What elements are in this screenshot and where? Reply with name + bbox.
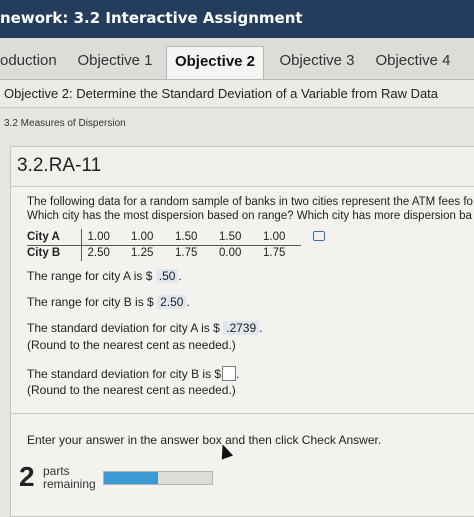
table-cell: 0.00 xyxy=(219,247,242,260)
table-cell: 2.50 xyxy=(87,247,110,260)
table-cell: 1.75 xyxy=(175,247,198,260)
sd-a-answer: .2739 xyxy=(223,321,260,335)
tab-objective-4[interactable]: Objective 4 xyxy=(368,46,458,79)
range-a-suffix: . xyxy=(178,269,182,283)
question-intro: The following data for a random sample o… xyxy=(27,195,474,223)
sd-b-rounding-note: (Round to the nearest cent as needed.) xyxy=(27,383,236,397)
range-b-prompt: The range for city B is $ xyxy=(27,295,154,309)
parts-remaining-count: 2 xyxy=(19,461,35,492)
table-cell: 1.00 xyxy=(125,229,169,246)
sd-a-suffix: . xyxy=(259,321,263,335)
tab-label: Objective 2 xyxy=(174,53,256,70)
range-b-line: The range for city B is $ 2.50. xyxy=(27,295,190,309)
objective-text: Objective 2: Determine the Standard Devi… xyxy=(4,86,439,101)
tab-label: oduction xyxy=(0,52,57,69)
objective-tabs: oduction Objective 1 Objective 2 Objecti… xyxy=(0,38,474,80)
intro-line-2: Which city has the most dispersion based… xyxy=(27,210,472,222)
sd-b-line: The standard deviation for city B is $. xyxy=(27,366,239,381)
table-cell: 1.00 xyxy=(81,229,125,246)
question-header: 3.2.RA-11 xyxy=(11,147,474,187)
copy-data-icon[interactable] xyxy=(313,231,325,241)
row-label-city-a: City A xyxy=(27,229,82,246)
range-b-suffix: . xyxy=(186,295,190,309)
table-row: City A 1.00 1.00 1.50 1.50 1.00 xyxy=(27,229,301,246)
section-label: 3.2 Measures of Dispersion xyxy=(4,118,126,129)
tab-objective-1[interactable]: Objective 1 xyxy=(70,46,160,79)
question-panel: 3.2.RA-11 The following data for a rando… xyxy=(10,146,474,517)
divider xyxy=(11,413,474,414)
parts-progress-bar xyxy=(103,471,213,485)
sd-b-prompt: The standard deviation for city B is $ xyxy=(27,367,222,381)
parts-remaining-label: parts remaining xyxy=(43,465,96,491)
tab-label: Objective 1 xyxy=(77,52,153,69)
parts-label-line-2: remaining xyxy=(43,477,96,491)
range-b-answer: 2.50 xyxy=(157,295,187,309)
intro-line-1: The following data for a random sample o… xyxy=(27,196,473,208)
question-id: 3.2.RA-11 xyxy=(17,155,102,176)
table-cell: 1.75 xyxy=(263,247,286,260)
objective-banner: Objective 2: Determine the Standard Devi… xyxy=(0,80,474,108)
table-cell: 1.25 xyxy=(131,247,154,260)
range-a-line: The range for city A is $ .50. xyxy=(27,269,182,283)
atm-fee-table: City A 1.00 1.00 1.50 1.50 1.00 City B 2… xyxy=(27,229,301,261)
tab-label: Objective 4 xyxy=(375,52,451,69)
tab-objective-3[interactable]: Objective 3 xyxy=(272,46,362,79)
sd-a-line: The standard deviation for city A is $ .… xyxy=(27,321,263,335)
assignment-header: nework: 3.2 Interactive Assignment xyxy=(0,0,474,38)
progress-fill xyxy=(104,472,158,484)
sd-b-suffix: . xyxy=(236,367,240,381)
row-label-city-b: City B xyxy=(27,245,82,261)
sd-b-answer-input[interactable] xyxy=(222,366,237,381)
table-cell: 1.50 xyxy=(169,229,213,246)
sd-a-rounding-note: (Round to the nearest cent as needed.) xyxy=(27,338,236,352)
answer-instruction: Enter your answer in the answer box and … xyxy=(27,433,382,447)
tab-objective-2[interactable]: Objective 2 xyxy=(166,46,264,79)
range-a-answer: .50 xyxy=(155,269,179,283)
sd-a-prompt: The standard deviation for city A is $ xyxy=(27,321,220,335)
tab-label: Objective 3 xyxy=(279,52,355,69)
assignment-title: nework: 3.2 Interactive Assignment xyxy=(0,9,303,27)
tab-introduction[interactable]: oduction xyxy=(0,46,60,79)
range-a-prompt: The range for city A is $ xyxy=(27,269,153,283)
table-cell: 1.50 xyxy=(213,229,257,246)
table-cell: 1.00 xyxy=(257,229,301,246)
table-row: City B 2.50 1.25 1.75 0.00 1.75 xyxy=(27,245,301,261)
